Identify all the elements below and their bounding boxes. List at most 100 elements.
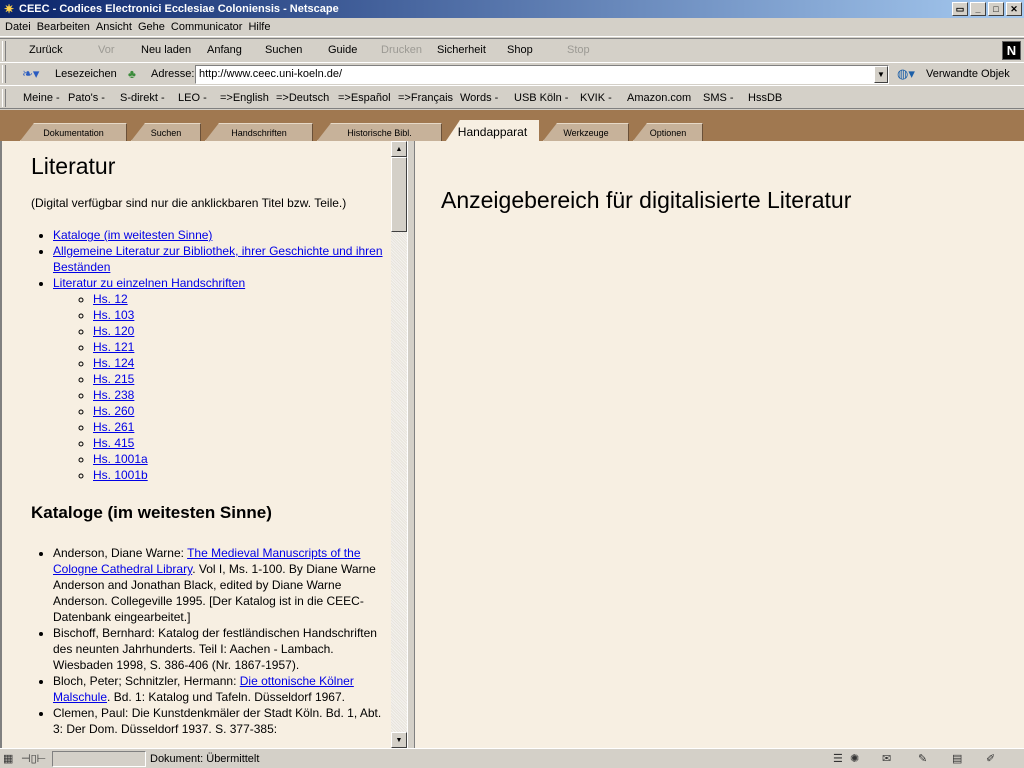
menu-datei[interactable]: Datei [4,21,36,33]
mail-icon[interactable]: ✉ [882,751,891,767]
site-tab-bar: Dokumentation Suchen Handschriften Histo… [0,110,1024,141]
reference-list: Anderson, Diane Warne: The Medieval Manu… [31,545,386,737]
list-item: Hs. 261 [93,419,386,435]
toc-link-kataloge[interactable]: Kataloge (im weitesten Sinne) [53,228,212,242]
menu-hilfe[interactable]: Hilfe [247,21,275,33]
composer-icon[interactable]: ✐ [986,751,995,767]
section-heading-kataloge: Kataloge (im weitesten Sinne) [31,503,272,522]
list-item: Hs. 103 [93,307,386,323]
status-text: Dokument: Übermittelt [150,753,260,765]
manuscript-link[interactable]: Hs. 121 [93,340,134,354]
personal-link[interactable]: KVIK - [580,92,612,104]
back-button[interactable]: Zurück [29,44,63,56]
personal-link[interactable]: =>Deutsch [276,92,329,104]
personal-link[interactable]: LEO - [178,92,207,104]
toc-link-allgemeine-literatur[interactable]: Allgemeine Literatur zur Bibliothek, ihr… [53,244,383,274]
tab-handapparat[interactable]: Handapparat [446,120,539,141]
personal-link[interactable]: Meine - [23,92,60,104]
guide-button[interactable]: Guide [328,44,357,56]
toc-link-einzelne-handschriften[interactable]: Literatur zu einzelnen Handschriften [53,276,245,290]
reference-text: Bloch, Peter; Schnitzler, Hermann: [53,674,240,688]
personal-link[interactable]: =>English [220,92,269,104]
reference-text: Bischoff, Bernhard: Katalog der festländ… [53,626,377,672]
list-item: Hs. 260 [93,403,386,419]
personal-link[interactable]: S-direkt - [120,92,165,104]
shop-button[interactable]: Shop [507,44,533,56]
manuscript-link[interactable]: Hs. 238 [93,388,134,402]
address-dropdown-icon[interactable]: ▼ [874,66,888,83]
scroll-up-icon[interactable]: ▲ [391,141,407,157]
manuscript-list: Hs. 12 Hs. 103 Hs. 120 Hs. 121 Hs. 124 H… [53,291,386,483]
manuscript-link[interactable]: Hs. 1001b [93,468,148,482]
manuscript-link[interactable]: Hs. 120 [93,324,134,338]
home-button[interactable]: Anfang [207,44,242,56]
maximize-button[interactable]: □ [988,2,1004,16]
reference-item: Clemen, Paul: Die Kunstdenkmäler der Sta… [53,705,386,737]
tab-optionen[interactable]: Optionen [633,123,703,141]
search-button[interactable]: Suchen [265,44,302,56]
tab-historische-bibl[interactable]: Historische Bibl. [317,123,442,141]
manuscript-link[interactable]: Hs. 12 [93,292,128,306]
personal-link[interactable]: Amazon.com [627,92,691,104]
bookmarks-icon[interactable]: ❧▾ [22,66,44,82]
personal-link[interactable]: =>Español [338,92,391,104]
stop-button[interactable]: Stop [567,44,590,56]
manuscript-link[interactable]: Hs. 1001a [93,452,148,466]
menu-bar: Datei Bearbeiten Ansicht Gehe Communicat… [0,18,1024,37]
list-item: Hs. 215 [93,371,386,387]
address-input[interactable]: http://www.ceec.uni-koeln.de/ [195,65,889,84]
restore-icon[interactable]: ▭ [952,2,968,16]
manuscript-link[interactable]: Hs. 215 [93,372,134,386]
security-lock-icon[interactable]: ▦ [3,751,13,767]
scroll-thumb[interactable] [391,157,407,232]
menu-ansicht[interactable]: Ansicht [95,21,137,33]
list-item: Hs. 124 [93,355,386,371]
reference-text: . Bd. 1: Katalog und Tafeln. Düsseldorf … [107,690,345,704]
manuscript-link[interactable]: Hs. 260 [93,404,134,418]
manuscript-link[interactable]: Hs. 415 [93,436,134,450]
page-proxy-icon[interactable]: ♣ [128,66,144,82]
location-toolbar: ❧▾ Lesezeichen ♣ Adresse: http://www.cee… [0,63,1024,86]
personal-link[interactable]: SMS - [703,92,734,104]
menu-bearbeiten[interactable]: Bearbeiten [36,21,95,33]
reference-item: Anderson, Diane Warne: The Medieval Manu… [53,545,386,625]
personal-link[interactable]: =>Français [398,92,453,104]
list-item: Hs. 120 [93,323,386,339]
toolbar-grip[interactable] [2,65,6,83]
minimize-button[interactable]: _ [970,2,986,16]
window-title: CEEC - Codices Electronici Ecclesiae Col… [19,3,339,15]
table-of-contents: Kataloge (im weitesten Sinne) Allgemeine… [31,227,386,483]
security-button[interactable]: Sicherheit [437,44,486,56]
toolbar-grip[interactable] [2,89,6,107]
tab-suchen[interactable]: Suchen [131,123,201,141]
manuscript-link[interactable]: Hs. 124 [93,356,134,370]
personal-link[interactable]: Words - [460,92,498,104]
page-title: Literatur [31,153,116,179]
tab-handschriften[interactable]: Handschriften [205,123,313,141]
personal-link[interactable]: USB Köln - [514,92,568,104]
personal-link[interactable]: HssDB [748,92,782,104]
manuscript-link[interactable]: Hs. 103 [93,308,134,322]
tab-dokumentation[interactable]: Dokumentation [20,123,127,141]
menu-gehe[interactable]: Gehe [137,21,170,33]
bookmarks-button[interactable]: Lesezeichen [55,68,117,80]
forward-button[interactable]: Vor [98,44,115,56]
reload-button[interactable]: Neu laden [141,44,191,56]
tab-werkzeuge[interactable]: Werkzeuge [543,123,629,141]
frame-divider[interactable] [407,141,415,748]
related-globe-icon[interactable]: ◍▾ [897,66,915,82]
address-book-icon[interactable]: ▤ [952,751,962,767]
print-button[interactable]: Drucken [381,44,422,56]
navigator-icon[interactable]: ✺ [850,751,859,767]
netscape-app-icon: ✷ [3,2,15,16]
left-frame-scrollbar[interactable]: ▲ ▼ [391,141,407,748]
close-button[interactable]: ✕ [1006,2,1022,16]
toolbar-grip[interactable] [2,41,6,61]
toc-item: Kataloge (im weitesten Sinne) [53,227,386,243]
related-button[interactable]: Verwandte Objek [926,68,1022,80]
scroll-down-icon[interactable]: ▼ [391,732,407,748]
newsgroups-icon[interactable]: ✎ [918,751,927,767]
personal-link[interactable]: Pato's - [68,92,105,104]
manuscript-link[interactable]: Hs. 261 [93,420,134,434]
menu-communicator[interactable]: Communicator [170,21,248,33]
